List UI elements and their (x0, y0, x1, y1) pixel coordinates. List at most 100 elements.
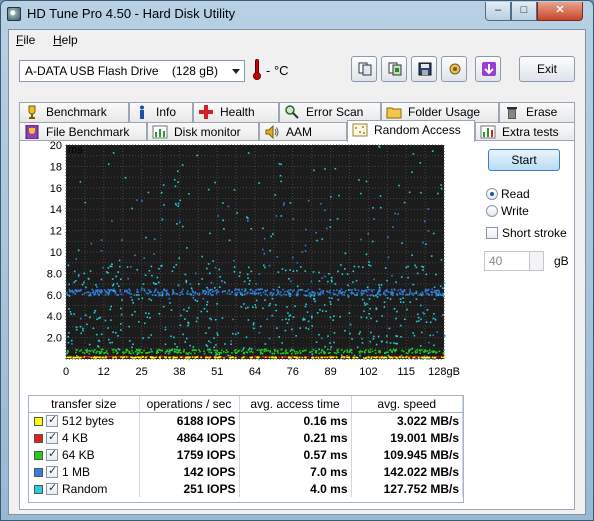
data-point-random (188, 358, 190, 361)
data-point-512b (112, 356, 115, 359)
data-point-1mb (397, 213, 399, 215)
tab-file-benchmark[interactable]: File Benchmark (19, 122, 147, 142)
data-point-512b (219, 356, 222, 358)
data-point-64kb (67, 350, 69, 352)
data-point-1mb (104, 290, 107, 293)
tab-aam[interactable]: AAM (259, 122, 347, 142)
transfer-size-label: 64 KB (62, 447, 95, 462)
spinner-arrows-icon[interactable] (529, 252, 543, 270)
data-point-1mb (324, 209, 326, 212)
data-point-random (185, 281, 188, 284)
data-point-random (375, 320, 378, 323)
data-point-512b (137, 356, 139, 358)
data-point-1mb (312, 294, 315, 297)
data-point-random (422, 266, 425, 268)
data-point-1mb (172, 289, 174, 291)
data-point-random (184, 341, 187, 343)
data-point-512b (425, 357, 428, 359)
data-point-1mb (259, 288, 261, 291)
menu-help[interactable]: Help (53, 33, 78, 47)
data-point-random (185, 279, 188, 282)
data-point-1mb (165, 294, 168, 296)
menu-file[interactable]: File (16, 33, 35, 47)
exit-button[interactable]: Exit (519, 56, 575, 82)
minimize-button[interactable]: – (485, 2, 511, 21)
data-point-64kb (378, 351, 380, 354)
data-point-1mb (116, 294, 118, 296)
data-point-64kb (143, 349, 145, 352)
maximize-button[interactable]: □ (511, 2, 537, 21)
data-point-64kb (429, 351, 431, 354)
data-point-random (67, 335, 69, 338)
tab-folder-usage[interactable]: Folder Usage (381, 102, 499, 122)
save-button[interactable] (411, 56, 437, 82)
options-button[interactable] (441, 56, 467, 82)
data-point-1mb (228, 289, 231, 291)
data-point-random (179, 324, 182, 327)
data-point-random (333, 332, 336, 334)
data-point-1mb (427, 208, 430, 210)
data-point-random (396, 335, 399, 338)
data-point-1mb (182, 288, 184, 291)
title-bar[interactable]: HD Tune Pro 4.50 - Hard Disk Utility – □… (1, 1, 593, 28)
data-point-random (164, 343, 167, 346)
data-point-512b (434, 357, 437, 359)
data-point-64kb (167, 350, 169, 353)
tab-extra-tests[interactable]: Extra tests (475, 122, 575, 142)
tab-health[interactable]: Health (193, 102, 279, 122)
data-point-1mb (392, 226, 394, 228)
data-point-random (136, 268, 139, 271)
data-point-1mb (119, 288, 121, 291)
tab-error-scan[interactable]: Error Scan (279, 102, 381, 122)
access-time-cell: 0.57 ms (239, 446, 352, 463)
data-point-64kb (284, 350, 287, 353)
series-visible-checkbox[interactable] (46, 481, 58, 495)
data-point-512b (205, 357, 207, 359)
series-visible-checkbox[interactable] (46, 430, 58, 444)
data-point-random (280, 180, 282, 183)
data-point-random (187, 353, 189, 355)
read-radio[interactable]: Read (486, 187, 530, 201)
tab-random-access[interactable]: Random Access (347, 120, 475, 142)
data-point-random (373, 335, 375, 338)
tab-benchmark[interactable]: Benchmark (19, 102, 129, 122)
data-point-512b (135, 356, 137, 359)
series-visible-checkbox[interactable] (46, 464, 58, 478)
tab-erase[interactable]: Erase (499, 102, 575, 122)
short-stroke-spinner[interactable]: 40 (484, 251, 544, 271)
short-stroke-checkbox[interactable]: Short stroke (486, 226, 567, 240)
data-point-1mb (392, 292, 394, 294)
data-point-random (77, 249, 80, 252)
data-point-1mb (254, 293, 257, 295)
data-point-512b (139, 357, 142, 359)
data-point-random (189, 344, 192, 347)
copy-info-button[interactable] (351, 56, 377, 82)
data-point-1mb (175, 204, 178, 207)
data-point-random (393, 307, 396, 310)
series-visible-checkbox[interactable] (46, 447, 58, 461)
data-point-64kb (395, 348, 398, 351)
drive-select[interactable]: A-DATA USB Flash Drive (128 gB) (19, 60, 245, 82)
data-point-1mb (326, 290, 328, 292)
data-point-random (262, 227, 264, 230)
data-point-512b (200, 356, 202, 359)
download-button[interactable] (475, 56, 501, 82)
data-point-random (228, 239, 231, 242)
data-point-1mb (249, 292, 252, 295)
data-point-random (119, 278, 122, 281)
series-visible-checkbox[interactable] (46, 413, 58, 427)
write-radio[interactable]: Write (486, 204, 529, 218)
data-point-512b (249, 356, 252, 359)
results-row: 512 bytes 6188 IOPS0.16 ms3.022 MB/s (29, 412, 463, 429)
data-point-random (188, 193, 190, 195)
data-point-1mb (192, 290, 194, 293)
data-point-1mb (389, 291, 392, 294)
data-point-1mb (108, 291, 111, 294)
copy-screenshot-button[interactable] (381, 56, 407, 82)
data-point-1mb (400, 290, 403, 292)
data-point-1mb (257, 288, 260, 291)
start-button[interactable]: Start (488, 149, 560, 171)
tab-disk-monitor[interactable]: Disk monitor (147, 122, 259, 142)
tab-info[interactable]: Info (129, 102, 193, 122)
close-button[interactable]: ✕ (537, 2, 583, 21)
